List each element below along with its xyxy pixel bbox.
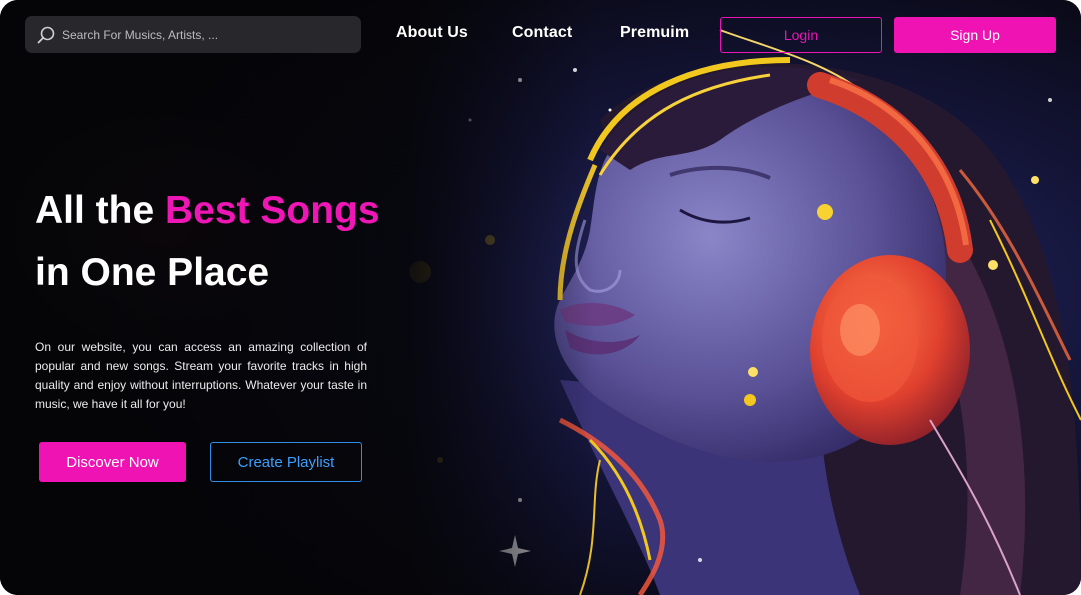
create-playlist-button[interactable]: Create Playlist [210,442,362,482]
landing-page: About Us Contact Premuim Login Sign Up A… [0,0,1081,595]
nav-link-about-us[interactable]: About Us [396,24,468,42]
login-button[interactable]: Login [720,17,882,53]
discover-now-button[interactable]: Discover Now [39,442,186,482]
search-input[interactable] [62,27,361,42]
search-icon [37,26,55,43]
hero-description: On our website, you can access an amazin… [35,340,367,411]
sign-up-button[interactable]: Sign Up [894,17,1056,53]
headline-accent: Best Songs [165,189,380,232]
headline-line-2: in One Place [35,251,270,294]
search-bar[interactable] [25,16,361,53]
nav-link-premium[interactable]: Premuim [620,24,689,42]
nav-link-contact[interactable]: Contact [512,24,572,42]
hero-headline: All the Best Songs in One Place [35,180,380,304]
headline-part-1: All the [35,189,166,232]
